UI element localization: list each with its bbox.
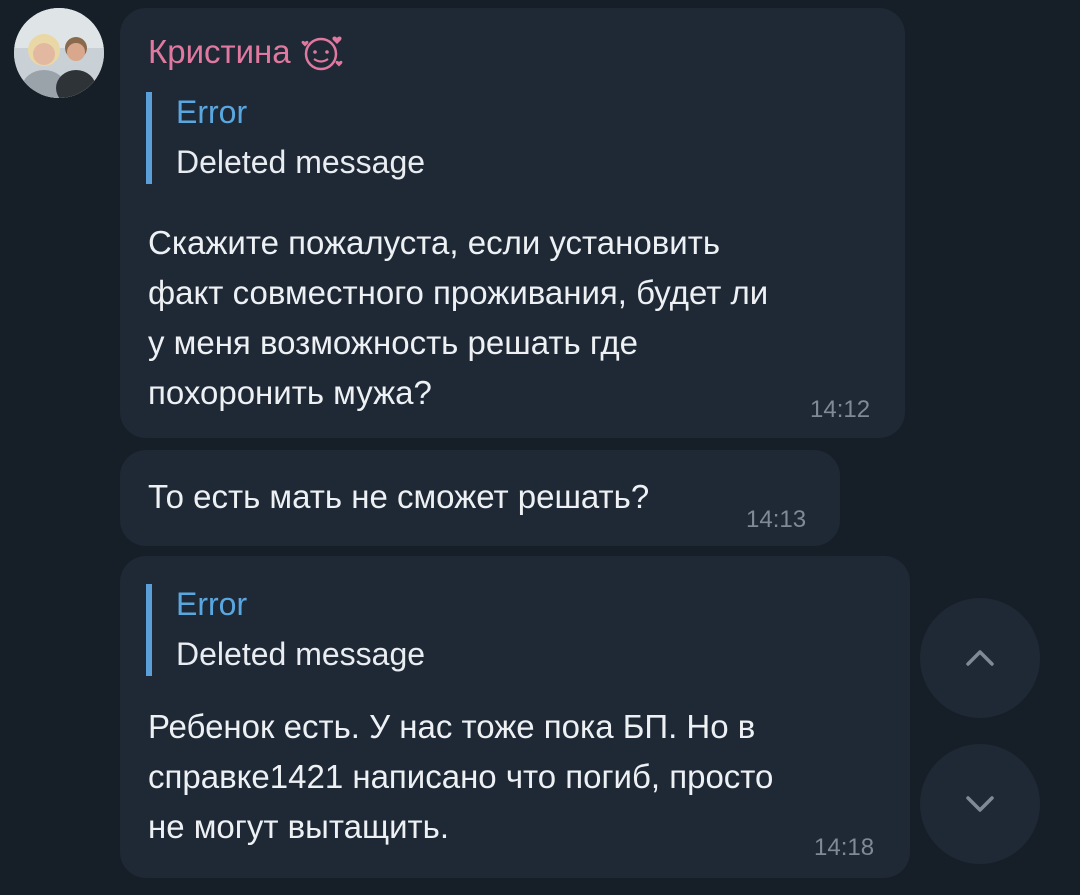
message-text: Ребенок есть. У нас тоже пока БП. Но в с… xyxy=(148,708,774,845)
reply-text: Deleted message xyxy=(176,144,426,180)
message-time: 14:18 xyxy=(814,834,875,861)
message-text: Скажите пожалуста, если установить факт … xyxy=(148,224,769,411)
message-time: 14:13 xyxy=(746,506,807,533)
reply-quote[interactable]: Error Deleted message xyxy=(146,92,425,184)
message-bubble[interactable]: То есть мать не сможет решать? 14:13 xyxy=(120,450,840,546)
scroll-up-button[interactable] xyxy=(920,598,1040,718)
reply-author: Error xyxy=(176,586,248,622)
chevron-up-icon xyxy=(962,646,998,670)
sender-avatar[interactable] xyxy=(14,8,104,98)
message-bubble[interactable]: Кристина Error Deleted message Скажите п… xyxy=(120,8,905,438)
reply-author: Error xyxy=(176,94,248,130)
message-bubble[interactable]: Error Deleted message Ребенок есть. У на… xyxy=(120,556,910,878)
avatar-photo xyxy=(14,8,104,98)
message-time: 14:12 xyxy=(810,396,871,423)
chat-area: Кристина Error Deleted message Скажите п… xyxy=(0,0,1080,895)
chevron-down-icon xyxy=(962,792,998,816)
scroll-down-button[interactable] xyxy=(920,744,1040,864)
sender-name-label: Кристина xyxy=(148,33,291,70)
face-with-hearts-icon xyxy=(299,32,347,72)
reply-quote[interactable]: Error Deleted message xyxy=(146,584,425,676)
message-text: То есть мать не сможет решать? xyxy=(148,478,650,515)
reply-text: Deleted message xyxy=(176,636,426,672)
sender-name[interactable]: Кристина xyxy=(148,32,347,72)
